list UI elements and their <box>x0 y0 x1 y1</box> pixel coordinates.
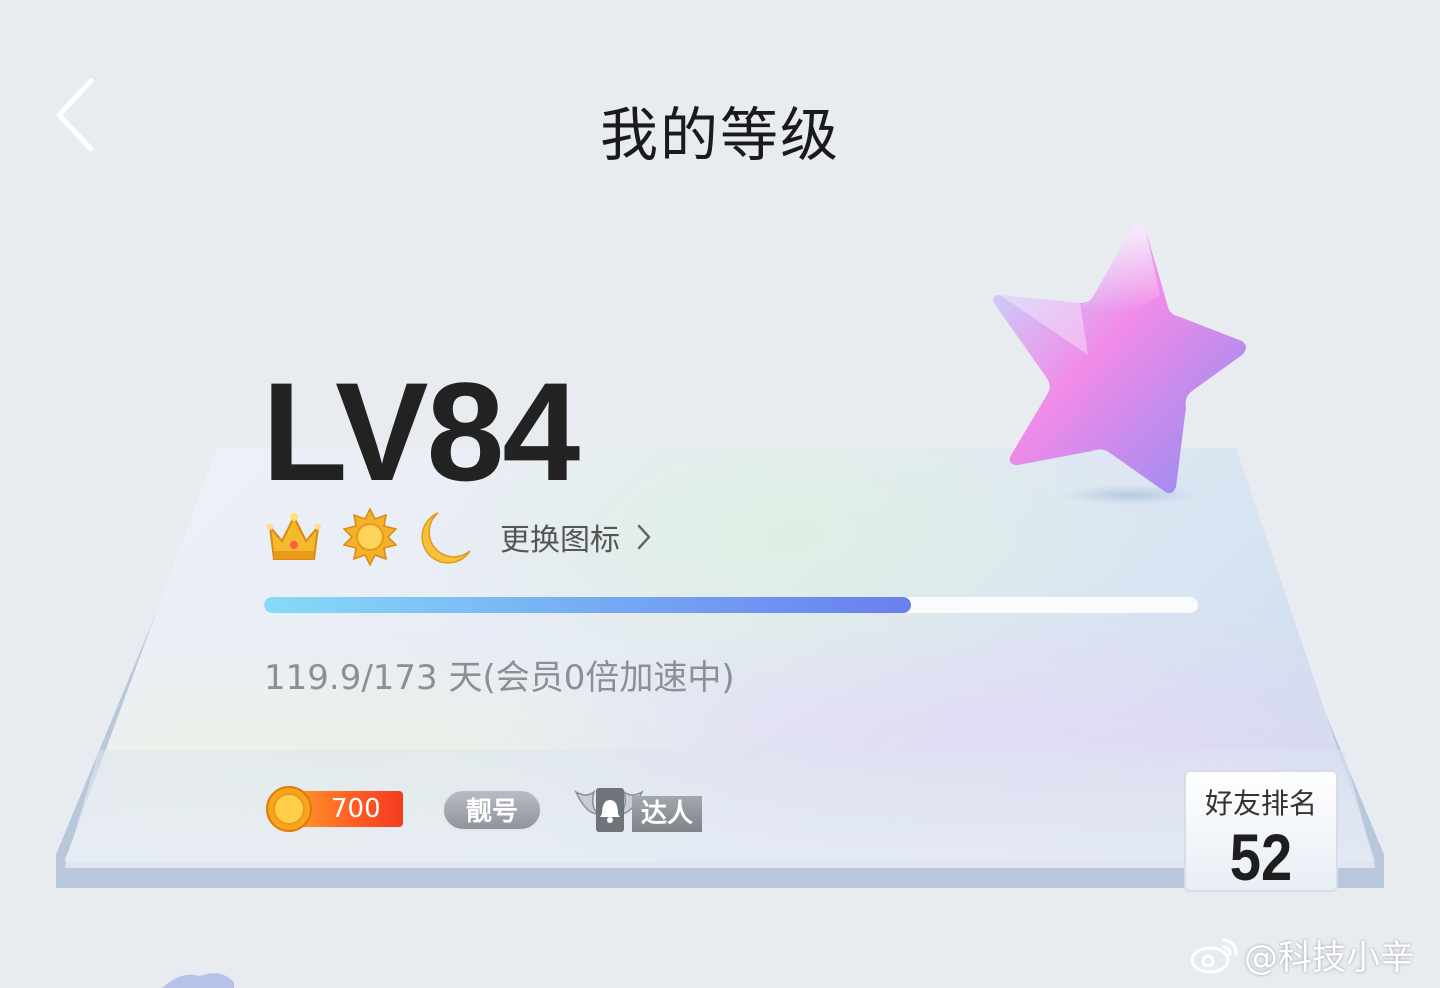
coin-badge[interactable]: 700 <box>265 785 405 833</box>
level-icons-row: 更换图标 <box>264 505 652 569</box>
friend-rank-box[interactable]: 好友排名 52 <box>1184 770 1338 892</box>
handsome-number-badge[interactable]: 靓号 <box>442 789 542 831</box>
level-progress-fill <box>264 597 912 613</box>
progress-text: 119.9/173 天(会员0倍加速中) <box>264 658 735 698</box>
watermark: @科技小辛 <box>1190 930 1414 978</box>
moon-icon <box>421 512 471 564</box>
friend-rank-label: 好友排名 <box>1204 787 1317 820</box>
master-badge[interactable]: 达人 <box>572 784 704 836</box>
chevron-right-icon <box>637 524 651 550</box>
watermark-text: @科技小辛 <box>1244 937 1414 978</box>
weibo-icon <box>1190 938 1238 974</box>
change-icon-link[interactable]: 更换图标 <box>500 515 652 559</box>
friend-rank-value: 52 <box>1229 820 1293 894</box>
sun-icon <box>342 507 398 567</box>
change-icon-label: 更换图标 <box>500 523 620 558</box>
page-title: 我的等级 <box>599 101 840 169</box>
decoration-icon <box>162 973 234 988</box>
master-label: 达人 <box>632 796 702 832</box>
level-value: LV84 <box>262 353 580 510</box>
level-progress-bar <box>264 597 1198 613</box>
coin-icon <box>266 786 312 832</box>
level-page: 我的等级 LV84 更换图标 119.9/173 天(会员0倍加速中) 700 … <box>0 0 1440 988</box>
crown-icon <box>267 513 321 560</box>
star-icon <box>992 222 1246 505</box>
